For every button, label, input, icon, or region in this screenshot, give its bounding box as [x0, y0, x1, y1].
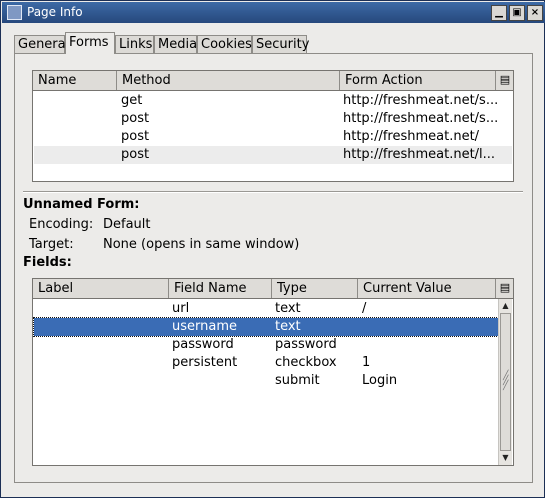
fields-label: Fields:	[23, 255, 72, 270]
maximize-button[interactable]: ▣	[509, 5, 525, 21]
field-type-cell: text	[275, 301, 301, 316]
table-row[interactable]: persistent checkbox 1	[34, 354, 498, 372]
field-type-cell: submit	[275, 373, 320, 388]
tab-links[interactable]: Links	[115, 35, 154, 54]
forms-table[interactable]: Name Method Form Action ▤ get http://fre…	[32, 70, 514, 182]
tab-security[interactable]: Security	[252, 35, 309, 54]
field-name-cell: username	[172, 319, 237, 334]
fields-table[interactable]: Label Field Name Type Current Value ▤ ur…	[32, 278, 514, 466]
arrow-down-icon[interactable]: ▼	[499, 451, 512, 464]
column-header-current-value[interactable]: Current Value	[358, 279, 496, 298]
table-row[interactable]: post http://freshmeat.net/	[34, 128, 512, 146]
target-value: None (opens in same window)	[103, 237, 300, 252]
table-row[interactable]: post http://freshmeat.net/l...	[34, 146, 512, 164]
form-method-cell: post	[121, 147, 150, 162]
tab-cookies[interactable]: Cookies	[197, 35, 252, 54]
field-type-cell: text	[275, 319, 301, 334]
encoding-label: Encoding:	[29, 217, 94, 232]
field-value-cell: Login	[362, 373, 398, 388]
grip-icon: ╱ ╱ ╱	[503, 371, 509, 391]
form-action-cell: http://freshmeat.net/l...	[343, 147, 496, 162]
form-method-cell: post	[121, 129, 150, 144]
field-name-cell: url	[172, 301, 190, 316]
table-row[interactable]: url text /	[34, 300, 498, 318]
form-method-cell: get	[121, 93, 143, 108]
table-row[interactable]: get http://freshmeat.net/s...	[34, 92, 512, 110]
title-bar[interactable]: Page Info ▁ ▣ ×	[2, 2, 545, 23]
close-button[interactable]: ×	[527, 5, 543, 21]
field-value-cell: 1	[362, 355, 371, 370]
column-header-name[interactable]: Name	[33, 71, 117, 90]
field-type-cell: password	[275, 337, 337, 352]
tab-media[interactable]: Media	[154, 35, 197, 54]
table-row[interactable]: post http://freshmeat.net/s...	[34, 110, 512, 128]
minimize-button[interactable]: ▁	[491, 5, 507, 21]
field-value-cell: /	[362, 301, 367, 316]
form-method-cell: post	[121, 111, 150, 126]
column-header-type[interactable]: Type	[272, 279, 358, 298]
column-header-form-action[interactable]: Form Action	[340, 71, 496, 90]
pane-divider[interactable]	[23, 191, 523, 193]
target-label: Target:	[29, 237, 74, 252]
scrollbar-thumb[interactable]: ╱ ╱ ╱	[500, 313, 511, 451]
field-name-cell: password	[172, 337, 234, 352]
forms-table-header: Name Method Form Action ▤	[33, 71, 513, 91]
table-row[interactable]: password password	[34, 336, 498, 354]
form-action-cell: http://freshmeat.net/	[343, 129, 480, 144]
column-picker-icon[interactable]: ▤	[496, 71, 514, 90]
field-type-cell: checkbox	[275, 355, 337, 370]
column-header-label[interactable]: Label	[33, 279, 169, 298]
page-info-window: Page Info ▁ ▣ × General Forms Links Medi…	[0, 0, 545, 498]
vertical-scrollbar[interactable]: ▲ ╱ ╱ ╱ ▼	[498, 299, 512, 465]
tab-general[interactable]: General	[14, 35, 69, 54]
fields-table-header: Label Field Name Type Current Value ▤	[33, 279, 513, 299]
table-row-selected[interactable]: username text	[33, 317, 499, 337]
window-icon[interactable]	[7, 5, 22, 20]
form-action-cell: http://freshmeat.net/s...	[343, 93, 499, 108]
field-name-cell: persistent	[172, 355, 238, 370]
form-action-cell: http://freshmeat.net/s...	[343, 111, 499, 126]
column-header-method[interactable]: Method	[117, 71, 340, 90]
column-header-field-name[interactable]: Field Name	[169, 279, 272, 298]
arrow-up-icon[interactable]: ▲	[499, 299, 512, 312]
form-heading: Unnamed Form:	[23, 197, 140, 212]
forms-panel: Name Method Form Action ▤ get http://fre…	[14, 53, 533, 483]
tab-forms[interactable]: Forms	[65, 32, 115, 54]
window-title: Page Info	[27, 5, 83, 19]
column-picker-icon[interactable]: ▤	[496, 279, 514, 298]
table-row[interactable]: submit Login	[34, 372, 498, 390]
encoding-value: Default	[103, 217, 151, 232]
